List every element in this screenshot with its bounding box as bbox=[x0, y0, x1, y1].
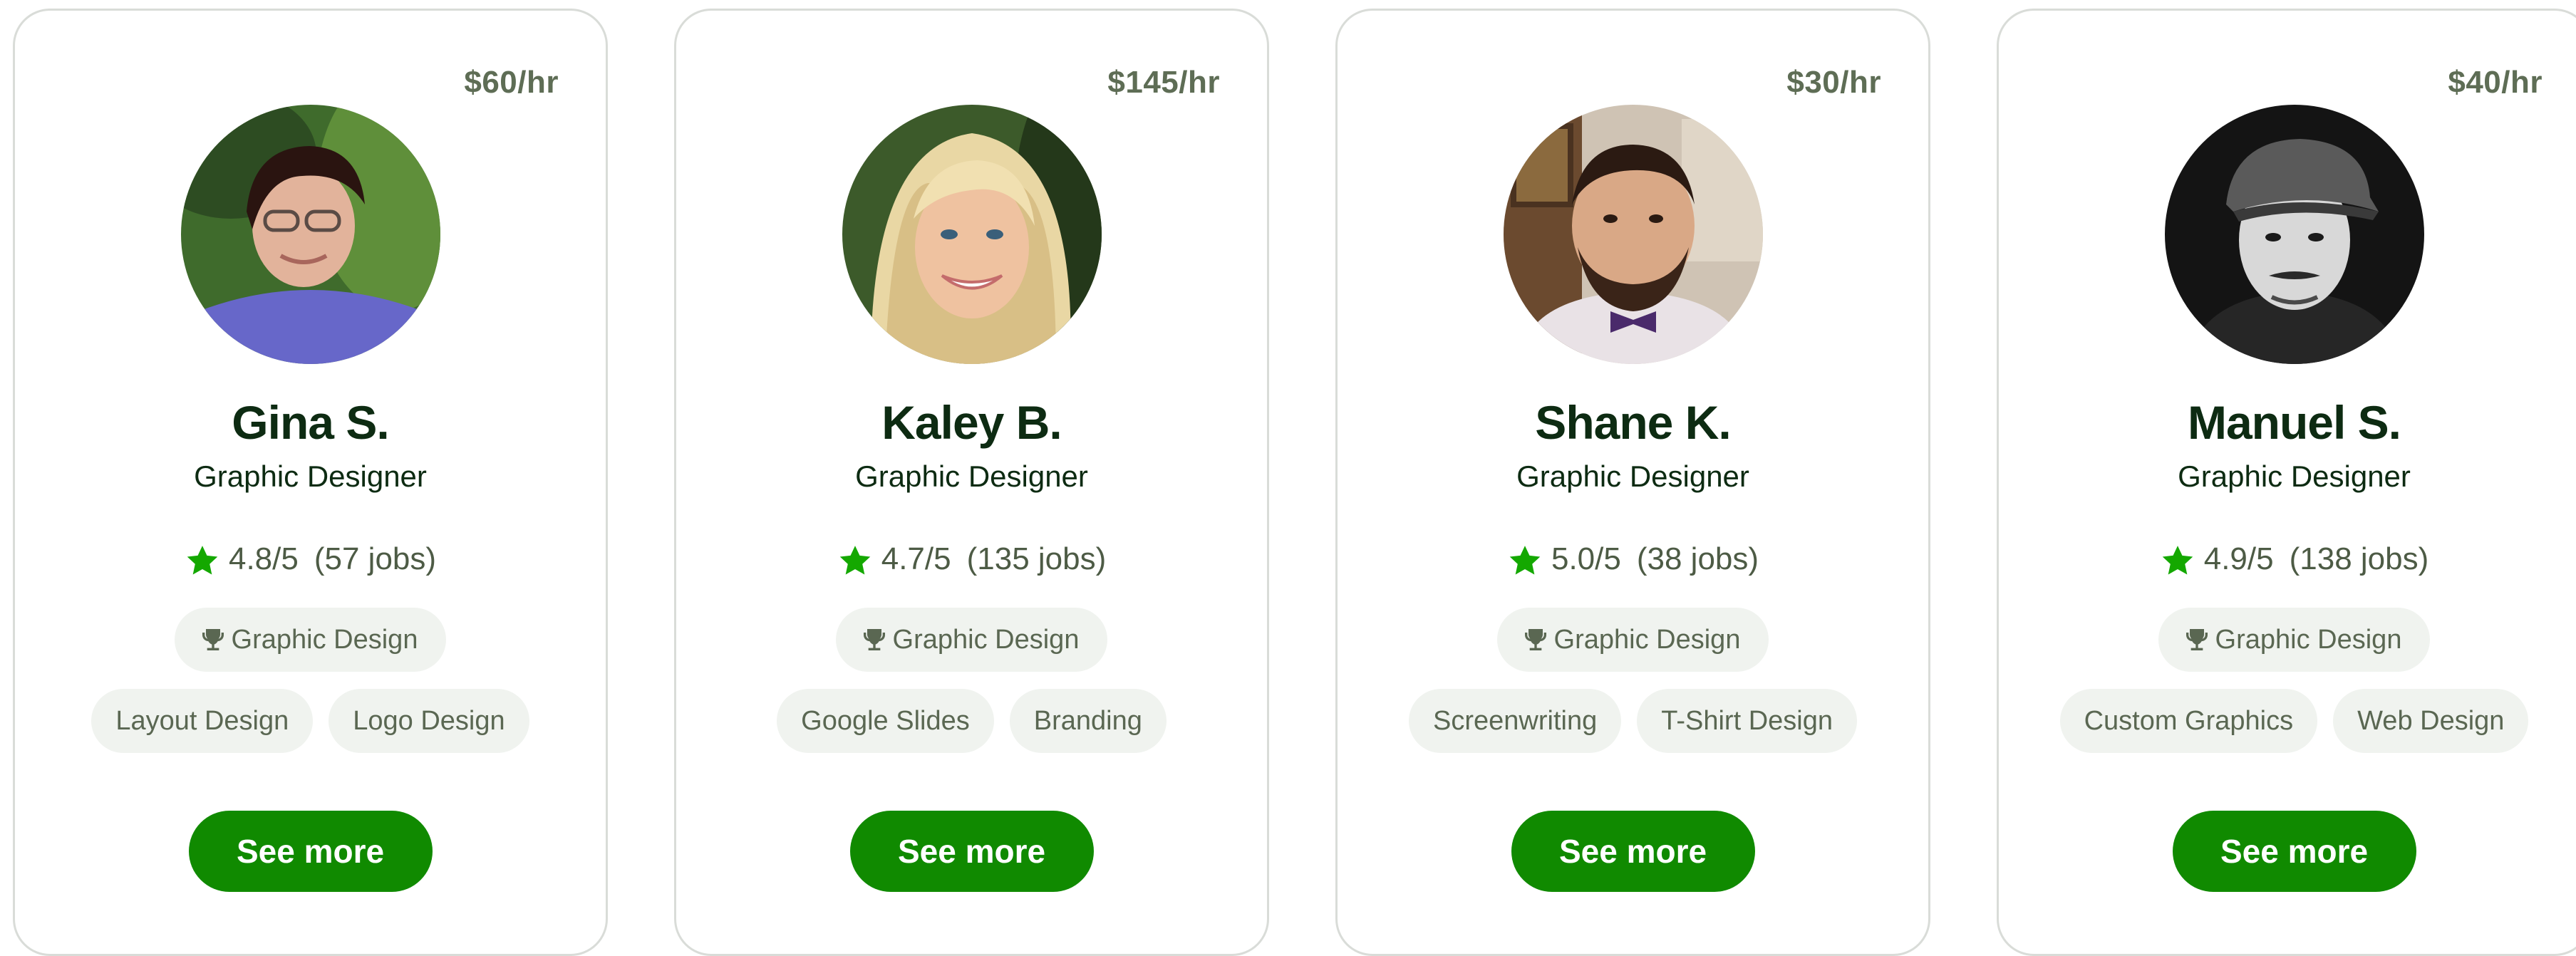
star-icon bbox=[187, 546, 218, 575]
freelancer-card[interactable]: $30/hr Shane K. Graphic Designer 5.0/5 (… bbox=[1335, 9, 1930, 956]
skill-chip[interactable]: Screenwriting bbox=[1409, 689, 1622, 753]
trophy-icon bbox=[202, 629, 224, 650]
freelancer-name: Shane K. bbox=[1535, 396, 1731, 449]
top-skill-badge[interactable]: Graphic Design bbox=[2158, 608, 2431, 672]
skill-chip[interactable]: Custom Graphics bbox=[2059, 689, 2318, 753]
trophy-icon bbox=[863, 629, 885, 650]
avatar bbox=[1503, 105, 1763, 364]
badge-label: Graphic Design bbox=[892, 624, 1080, 655]
rating-score: 4.8/5 bbox=[228, 541, 299, 576]
avatar-photo bbox=[1503, 105, 1763, 364]
freelancer-title: Graphic Designer bbox=[1516, 459, 1749, 493]
freelancer-name: Gina S. bbox=[232, 396, 389, 449]
freelancer-cards: $60/hr Gina S. Graphic Designer 4.8/5 (5… bbox=[13, 9, 2576, 956]
skill-chip[interactable]: Logo Design bbox=[329, 689, 529, 753]
rating-row: 4.8/5 (57 jobs) bbox=[15, 539, 606, 579]
skill-chip[interactable]: Google Slides bbox=[777, 689, 994, 753]
freelancer-name: Manuel S. bbox=[2187, 396, 2401, 449]
badge-row: Graphic Design bbox=[15, 608, 606, 672]
skill-chip[interactable]: T-Shirt Design bbox=[1637, 689, 1857, 753]
star-icon bbox=[839, 546, 870, 575]
freelancer-name: Kaley B. bbox=[881, 396, 1062, 449]
jobs-count: (138 jobs) bbox=[2289, 541, 2429, 576]
freelancer-card[interactable]: $60/hr Gina S. Graphic Designer 4.8/5 (5… bbox=[13, 9, 608, 956]
avatar-photo bbox=[180, 105, 440, 364]
rating-score: 5.0/5 bbox=[1551, 541, 1621, 576]
rating-row: 4.7/5 (135 jobs) bbox=[676, 539, 1267, 579]
badge-label: Graphic Design bbox=[231, 624, 418, 655]
top-skill-badge[interactable]: Graphic Design bbox=[1496, 608, 1769, 672]
avatar-photo bbox=[2164, 105, 2424, 364]
trophy-icon bbox=[1524, 629, 1546, 650]
jobs-count: (38 jobs) bbox=[1636, 541, 1759, 576]
star-icon bbox=[2162, 546, 2193, 575]
jobs-count: (135 jobs) bbox=[966, 541, 1107, 576]
skill-chip[interactable]: Web Design bbox=[2333, 689, 2529, 753]
see-more-button[interactable]: See more bbox=[188, 811, 433, 892]
skill-chip[interactable]: Layout Design bbox=[91, 689, 314, 753]
skills-row: Custom Graphics Web Design bbox=[1999, 689, 2576, 753]
see-more-button[interactable]: See more bbox=[849, 811, 1094, 892]
rating-row: 5.0/5 (38 jobs) bbox=[1338, 539, 1928, 579]
hourly-rate: $145/hr bbox=[1107, 65, 1220, 100]
rating-score: 4.7/5 bbox=[881, 541, 951, 576]
badge-label: Graphic Design bbox=[1553, 624, 1741, 655]
hourly-rate: $40/hr bbox=[2448, 65, 2543, 100]
badge-row: Graphic Design bbox=[1338, 608, 1928, 672]
skill-chip[interactable]: Branding bbox=[1009, 689, 1167, 753]
freelancer-card[interactable]: $40/hr Manuel S. Graphic Designer 4.9/5 … bbox=[1997, 9, 2576, 956]
see-more-button[interactable]: See more bbox=[1511, 811, 1755, 892]
skills-row: Google Slides Branding bbox=[676, 689, 1267, 753]
top-skill-badge[interactable]: Graphic Design bbox=[835, 608, 1108, 672]
avatar-photo bbox=[842, 105, 1102, 364]
badge-row: Graphic Design bbox=[676, 608, 1267, 672]
skills-row: Layout Design Logo Design bbox=[15, 689, 606, 753]
hourly-rate: $30/hr bbox=[1786, 65, 1881, 100]
freelancer-card[interactable]: $145/hr Kaley B. Graphic Designer 4.7/5 … bbox=[674, 9, 1269, 956]
badge-label: Graphic Design bbox=[2215, 624, 2402, 655]
rating-row: 4.9/5 (138 jobs) bbox=[1999, 539, 2576, 579]
rating-score: 4.9/5 bbox=[2203, 541, 2274, 576]
top-skill-badge[interactable]: Graphic Design bbox=[174, 608, 447, 672]
avatar bbox=[842, 105, 1102, 364]
freelancer-title: Graphic Designer bbox=[194, 459, 427, 493]
see-more-button[interactable]: See more bbox=[2172, 811, 2416, 892]
freelancer-title: Graphic Designer bbox=[2178, 459, 2411, 493]
avatar bbox=[2164, 105, 2424, 364]
skills-row: Screenwriting T-Shirt Design bbox=[1338, 689, 1928, 753]
star-icon bbox=[1509, 546, 1541, 575]
freelancer-title: Graphic Designer bbox=[855, 459, 1088, 493]
jobs-count: (57 jobs) bbox=[314, 541, 437, 576]
badge-row: Graphic Design bbox=[1999, 608, 2576, 672]
trophy-icon bbox=[2186, 629, 2208, 650]
hourly-rate: $60/hr bbox=[464, 65, 559, 100]
avatar bbox=[180, 105, 440, 364]
